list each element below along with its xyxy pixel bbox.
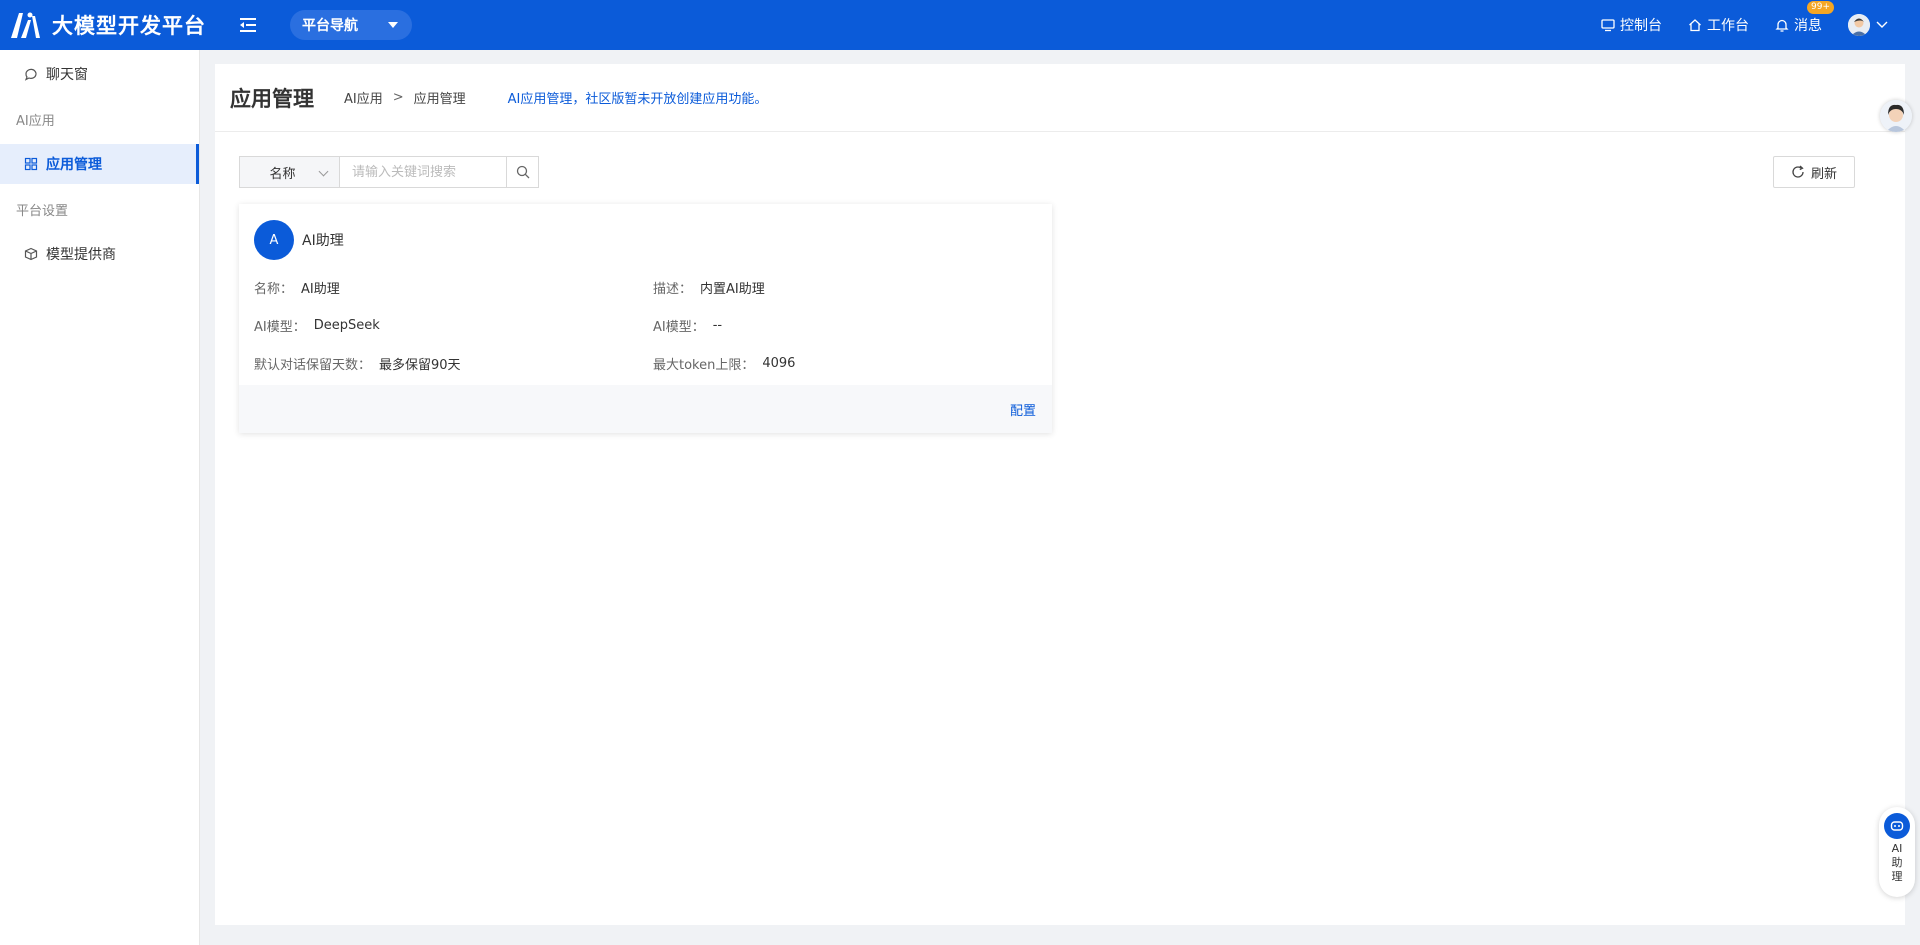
sidebar-item-model-provider[interactable]: 模型提供商 bbox=[0, 234, 199, 274]
field-value: DeepSeek bbox=[313, 317, 380, 333]
bell-icon bbox=[1775, 19, 1789, 32]
field-max-token: 最大token上限： 4096 bbox=[653, 344, 1033, 382]
breadcrumb-separator: > bbox=[392, 90, 404, 105]
robot-icon bbox=[1884, 813, 1910, 839]
field-value: -- bbox=[712, 317, 723, 333]
top-bar: 大模型开发平台 平台导航 控制台 工作台 消息 99+ bbox=[0, 0, 1920, 50]
search-icon bbox=[516, 165, 529, 179]
breadcrumb: AI应用 > 应用管理 bbox=[344, 88, 466, 107]
field-label: 默认对话保留天数： bbox=[254, 357, 372, 373]
field-description: 描述： 内置AI助理 bbox=[653, 268, 1033, 306]
field-label: 描述： bbox=[653, 281, 693, 297]
sidebar-item-model-provider-label: 模型提供商 bbox=[46, 247, 116, 263]
field-label: 名称： bbox=[254, 281, 294, 297]
field-ai-model: AI模型： DeepSeek bbox=[254, 306, 653, 344]
caret-down-icon bbox=[388, 22, 398, 28]
assistant-avatar-icon bbox=[1880, 100, 1912, 132]
grid-icon bbox=[24, 157, 38, 171]
refresh-label: 刷新 bbox=[1810, 166, 1837, 182]
app-card: A AI助理 名称： AI助理 描述： 内置AI助理 AI模型： DeepSee… bbox=[239, 204, 1052, 433]
refresh-button[interactable]: 刷新 bbox=[1773, 156, 1855, 188]
sidebar: 聊天窗 AI应用 应用管理 平台设置 模型提供商 bbox=[0, 50, 200, 945]
sidebar-group-ai: AI应用 bbox=[16, 113, 55, 129]
field-ai-model-secondary: AI模型： -- bbox=[653, 306, 1033, 344]
field-value: AI助理 bbox=[301, 281, 340, 297]
console-link[interactable]: 控制台 bbox=[1601, 15, 1662, 35]
messages-label: 消息 bbox=[1794, 18, 1822, 34]
search-button[interactable] bbox=[507, 156, 539, 188]
user-menu[interactable] bbox=[1848, 14, 1888, 36]
search-field-selected: 名称 bbox=[269, 166, 296, 182]
sidebar-group-platform: 平台设置 bbox=[16, 203, 69, 219]
field-name: 名称： AI助理 bbox=[254, 268, 653, 306]
field-label: AI模型： bbox=[653, 319, 705, 335]
search-input[interactable] bbox=[340, 156, 507, 188]
chevron-down-icon bbox=[318, 166, 329, 177]
chevron-down-icon bbox=[1876, 21, 1888, 28]
chat-icon bbox=[24, 68, 37, 81]
cube-icon bbox=[24, 247, 38, 261]
configure-link[interactable]: 配置 bbox=[1010, 400, 1036, 419]
breadcrumb-item-app-manage: 应用管理 bbox=[413, 92, 466, 107]
logo[interactable]: 大模型开发平台 bbox=[8, 8, 206, 42]
app-title: 大模型开发平台 bbox=[52, 14, 206, 38]
field-label: 最大token上限： bbox=[653, 357, 755, 373]
workbench-link[interactable]: 工作台 bbox=[1688, 15, 1749, 35]
logo-icon bbox=[11, 12, 40, 38]
sidebar-item-chat[interactable]: 聊天窗 bbox=[0, 54, 199, 94]
search-field-select[interactable]: 名称 bbox=[239, 156, 340, 188]
console-label: 控制台 bbox=[1620, 18, 1662, 34]
search-toolbar: 名称 bbox=[239, 156, 539, 188]
field-value: 内置AI助理 bbox=[700, 281, 765, 297]
sidebar-item-chat-label: 聊天窗 bbox=[46, 67, 88, 83]
app-avatar: A bbox=[254, 220, 294, 260]
user-avatar-icon bbox=[1848, 14, 1870, 36]
workbench-label: 工作台 bbox=[1707, 18, 1749, 34]
monitor-icon bbox=[1601, 19, 1615, 32]
ai-assistant-label: AI助理 bbox=[1891, 842, 1903, 883]
field-value: 4096 bbox=[762, 355, 796, 371]
breadcrumb-item-ai-apps[interactable]: AI应用 bbox=[344, 88, 383, 107]
main-panel: 应用管理 AI应用 > 应用管理 AI应用管理，社区版暂未开放创建应用功能。 名… bbox=[215, 64, 1905, 925]
app-card-fields: 名称： AI助理 描述： 内置AI助理 AI模型： DeepSeek AI模型：… bbox=[239, 260, 1052, 382]
platform-nav-dropdown[interactable]: 平台导航 bbox=[290, 10, 412, 40]
page-notice: AI应用管理，社区版暂未开放创建应用功能。 bbox=[507, 92, 768, 107]
menu-fold-icon bbox=[240, 18, 256, 32]
app-card-footer: 配置 bbox=[239, 385, 1052, 433]
refresh-icon bbox=[1792, 165, 1804, 178]
sidebar-item-app-manage-label: 应用管理 bbox=[46, 157, 102, 173]
field-value: 最多保留90天 bbox=[379, 357, 461, 373]
ai-assistant-widget[interactable]: AI助理 bbox=[1879, 807, 1915, 897]
app-card-title: AI助理 bbox=[302, 233, 344, 249]
messages-link[interactable]: 消息 99+ bbox=[1775, 1, 1834, 35]
home-icon bbox=[1689, 19, 1701, 32]
platform-nav-label: 平台导航 bbox=[302, 18, 358, 34]
page-header: 应用管理 AI应用 > 应用管理 AI应用管理，社区版暂未开放创建应用功能。 bbox=[215, 64, 1905, 132]
field-label: AI模型： bbox=[254, 319, 306, 335]
messages-badge: 99+ bbox=[1807, 1, 1834, 14]
menu-fold-button[interactable] bbox=[236, 13, 260, 37]
field-retention-days: 默认对话保留天数： 最多保留90天 bbox=[254, 344, 653, 382]
sidebar-item-app-manage[interactable]: 应用管理 bbox=[0, 144, 199, 184]
page-title: 应用管理 bbox=[230, 86, 314, 111]
floating-assistant-avatar[interactable] bbox=[1880, 100, 1912, 132]
